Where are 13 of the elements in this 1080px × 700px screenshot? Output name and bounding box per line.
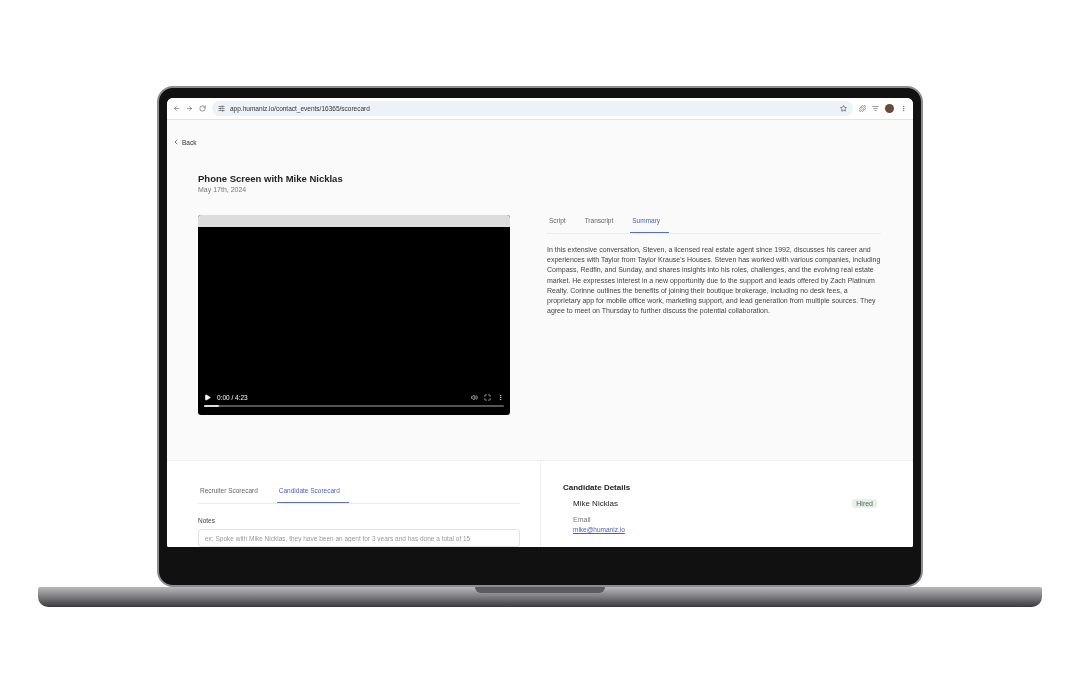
profile-avatar[interactable] bbox=[885, 104, 894, 113]
back-arrow-icon[interactable] bbox=[173, 105, 180, 112]
star-icon[interactable] bbox=[840, 105, 847, 112]
section-heading: Candidate Details bbox=[563, 483, 632, 492]
volume-icon[interactable] bbox=[471, 394, 478, 401]
page-title: Phone Screen with Mike Nicklas bbox=[198, 173, 344, 184]
reload-icon[interactable] bbox=[199, 105, 206, 112]
site-settings-icon[interactable] bbox=[218, 105, 225, 112]
play-icon[interactable] bbox=[204, 394, 211, 401]
fullscreen-icon[interactable] bbox=[484, 394, 491, 401]
chevron-left-icon bbox=[172, 138, 180, 146]
candidate-name: Mike Nicklas bbox=[573, 499, 618, 508]
forward-arrow-icon[interactable] bbox=[186, 105, 193, 112]
